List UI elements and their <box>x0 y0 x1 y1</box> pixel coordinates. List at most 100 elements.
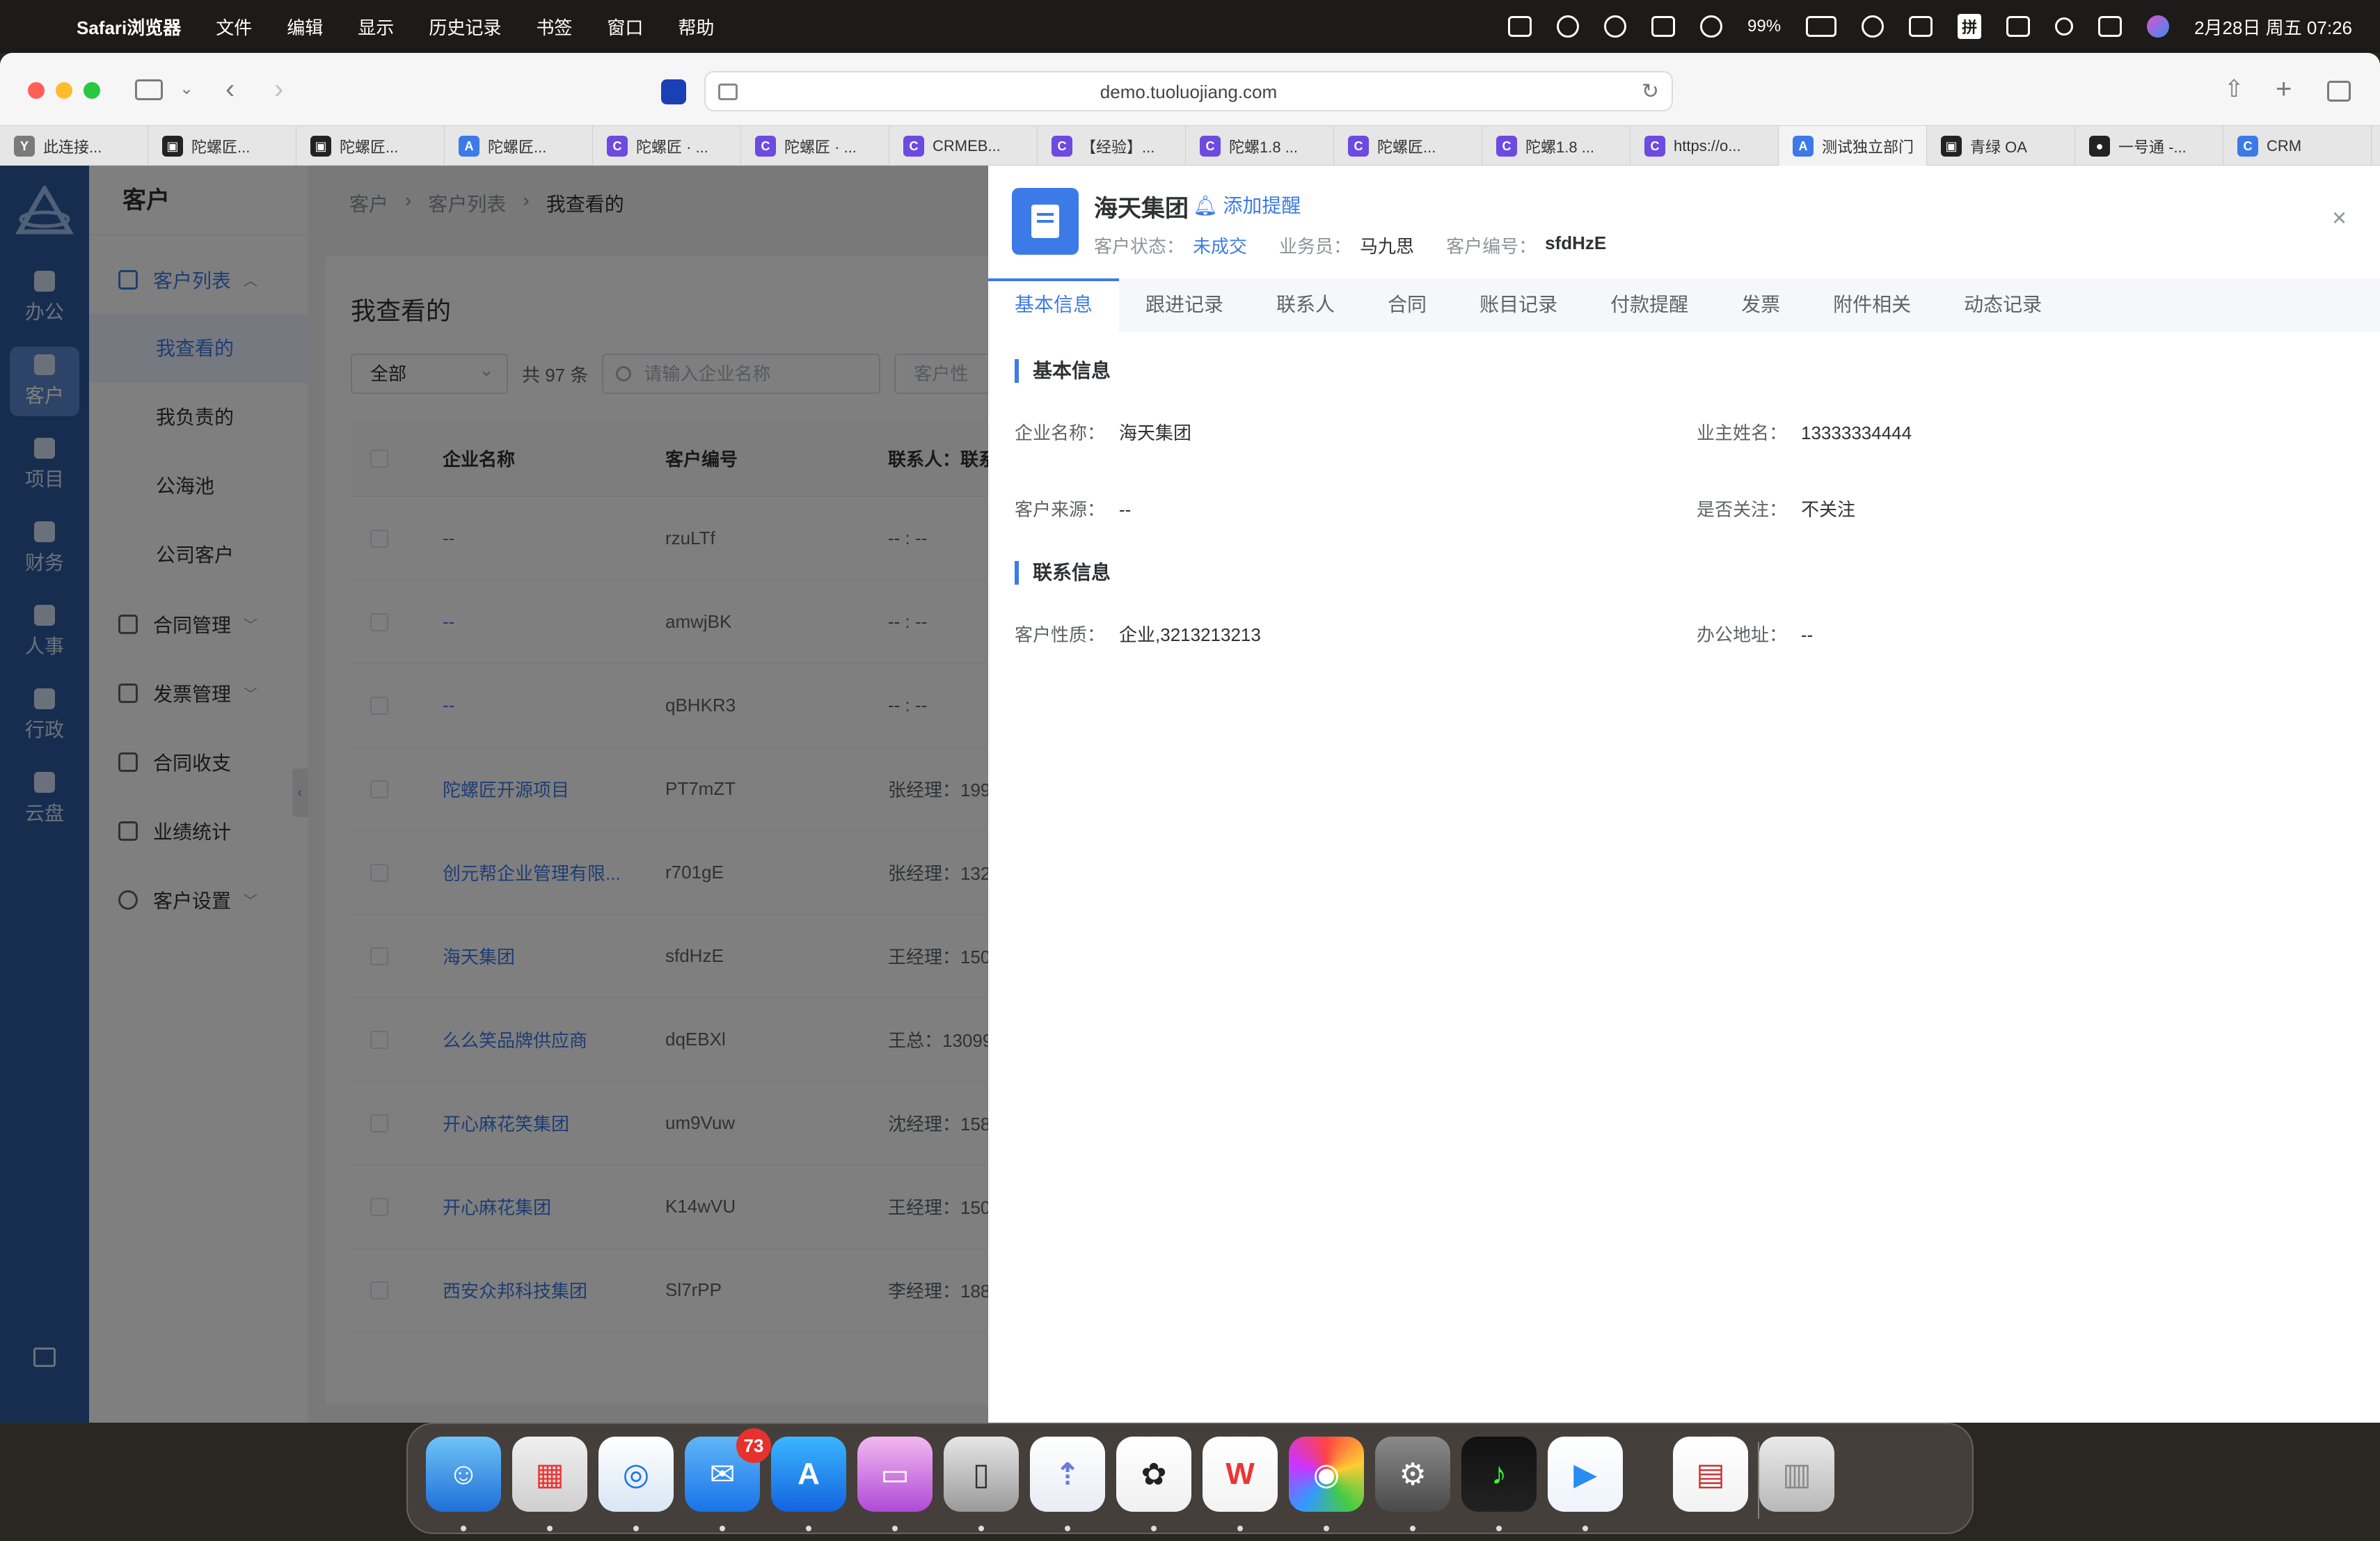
drawer-tab[interactable]: 发票 <box>1715 278 1807 331</box>
wps-status-icon[interactable] <box>1508 16 1532 37</box>
tab-overview-icon[interactable] <box>2327 81 2351 102</box>
running-indicator <box>1237 1526 1243 1531</box>
menu-file[interactable]: 文件 <box>216 14 252 40</box>
drawer-title: 海天集团 <box>1094 196 1189 222</box>
running-indicator <box>892 1526 898 1531</box>
drawer-tab[interactable]: 动态记录 <box>1937 278 2068 331</box>
control-center-icon[interactable] <box>2098 16 2123 37</box>
menu-bookmarks[interactable]: 书签 <box>536 14 572 40</box>
browser-tab[interactable]: C CRMEB... <box>889 126 1038 166</box>
menu-history[interactable]: 历史记录 <box>429 14 501 40</box>
browser-tab[interactable]: ● 一号通 -... <box>2075 126 2223 166</box>
menu-view[interactable]: 显示 <box>358 14 394 40</box>
system-settings-icon[interactable]: ⚙ <box>1375 1437 1450 1512</box>
safari-window: ⌄ ‹ › demo.tuoluojiang.com ↻ ⇧ + Y 此连接...… <box>0 53 2380 1423</box>
menu-clock[interactable]: 2月28日 周五 07:26 <box>2194 14 2352 40</box>
site-favicon-icon[interactable] <box>661 79 686 104</box>
trash-icon[interactable]: ▥ <box>1759 1437 1834 1512</box>
menu-app-name[interactable]: Safari浏览器 <box>77 14 181 40</box>
zoom-window-button[interactable] <box>84 82 100 99</box>
close-window-button[interactable] <box>28 82 45 99</box>
rocket-icon[interactable]: ⇡ <box>1030 1437 1105 1512</box>
user-status-icon[interactable] <box>1862 15 1885 38</box>
battery-percent: 99% <box>1747 17 1782 35</box>
share-icon[interactable]: ⇧ <box>2224 71 2244 107</box>
reload-icon[interactable]: ↻ <box>1642 79 1659 104</box>
browser-tab[interactable]: A 陀螺匠... <box>445 126 593 166</box>
customer-doc-icon <box>1012 188 1079 255</box>
launchpad-icon[interactable]: ▦ <box>512 1437 587 1512</box>
link-status-icon[interactable] <box>1909 16 1933 37</box>
new-tab-button[interactable]: + <box>2276 71 2292 107</box>
browser-toolbar: ⌄ ‹ › demo.tuoluojiang.com ↻ ⇧ + <box>0 53 2380 125</box>
drawer-tab[interactable]: 付款提醒 <box>1584 278 1715 331</box>
drawer-tab[interactable]: 基本信息 <box>988 278 1120 331</box>
screen-studio-icon[interactable]: ▭ <box>857 1437 933 1512</box>
modal-overlay[interactable] <box>0 166 988 1423</box>
dock: ☺ ▦ ◎ ✉ 73 A ▭ ▯ ⇡ ✿ W ◉ ⚙ ♪ ▶ ▤ ▥ <box>406 1423 1974 1534</box>
sidebar-toggle-icon[interactable] <box>135 79 163 100</box>
running-indicator <box>1582 1526 1588 1531</box>
customer-detail-drawer: 海天集团 🔔︎ 添加提醒 客户状态： 未成交 业务员： 马九思 客户编号： sfdHz… <box>988 166 2380 1423</box>
menu-edit[interactable]: 编辑 <box>287 14 323 40</box>
iphone-mirroring-icon[interactable]: ▯ <box>944 1437 1019 1512</box>
customer-status: 未成交 <box>1193 236 1248 257</box>
browser-tab[interactable]: Chttps://o... <box>1631 126 1779 166</box>
memory-status-icon[interactable] <box>1651 16 1676 37</box>
drawer-tab[interactable]: 联系人 <box>1250 278 1361 331</box>
wps-icon[interactable]: W <box>1203 1437 1278 1512</box>
browser-tab[interactable]: Y 此连接... <box>0 126 148 166</box>
battery-icon[interactable] <box>1806 16 1837 37</box>
siri-icon[interactable] <box>2147 15 2170 38</box>
browser-icon[interactable]: ◉ <box>1289 1437 1364 1512</box>
play-status-icon[interactable] <box>1700 15 1723 38</box>
browser-tab[interactable]: C 【经验】... <box>1038 126 1186 166</box>
menu-help[interactable]: 帮助 <box>678 14 714 40</box>
browser-tab[interactable]: C 陀螺匠 · ... <box>593 126 741 166</box>
screen-mirroring-icon[interactable] <box>2006 16 2031 37</box>
browser-tab[interactable]: C 陀螺匠... <box>1334 126 1482 166</box>
preview-doc-icon[interactable]: ▤ <box>1673 1437 1748 1512</box>
close-drawer-button[interactable]: × <box>2332 203 2347 232</box>
field-office-address: 办公地址： -- <box>1697 624 1814 645</box>
url-text[interactable]: demo.tuoluojiang.com <box>706 72 1672 111</box>
spotlight-search-icon[interactable] <box>2055 17 2074 35</box>
video-app-icon[interactable]: ▶ <box>1548 1437 1623 1512</box>
browser-tab[interactable]: C CRM <box>2223 126 2372 166</box>
minimize-window-button[interactable] <box>56 82 72 99</box>
finder-icon[interactable]: ☺ <box>426 1437 501 1512</box>
browser-tab[interactable]: C 陀螺匠 · ... <box>741 126 889 166</box>
drawer-header: 海天集团 🔔︎ 添加提醒 客户状态： 未成交 业务员： 马九思 客户编号： sfdHz… <box>988 166 2380 278</box>
menu-window[interactable]: 窗口 <box>607 14 643 40</box>
color-status-icon[interactable] <box>1557 15 1580 38</box>
browser-tab[interactable]: C 陀螺1.8 ... <box>1482 126 1631 166</box>
tab-group-chevron-icon[interactable]: ⌄ <box>180 71 193 107</box>
tab-favicon-icon: C <box>1200 136 1221 157</box>
tab-favicon-icon: ▣ <box>1941 136 1962 157</box>
running-indicator <box>806 1526 811 1531</box>
input-method-icon[interactable]: 拼 <box>1958 14 1982 39</box>
chatgpt-status-icon[interactable] <box>1604 15 1627 38</box>
browser-tab[interactable]: ▣ 陀螺匠... <box>296 126 445 166</box>
forward-button[interactable]: › <box>274 71 283 107</box>
address-bar[interactable]: demo.tuoluojiang.com ↻ <box>704 71 1673 111</box>
drawer-tab[interactable]: 合同 <box>1361 278 1453 331</box>
music-app-icon[interactable]: ♪ <box>1461 1437 1537 1512</box>
chatgpt-icon[interactable]: ✿ <box>1116 1437 1191 1512</box>
app-store-icon[interactable]: A <box>771 1437 846 1512</box>
back-button[interactable]: ‹ <box>225 71 235 107</box>
drawer-tab[interactable]: 跟进记录 <box>1119 278 1250 331</box>
tab-favicon-icon: ▣ <box>162 136 183 157</box>
tab-favicon-icon: C <box>1644 136 1665 157</box>
tab-favicon-icon: C <box>903 136 924 157</box>
browser-tab[interactable]: ▣ 青绿 OA <box>1927 126 2075 166</box>
browser-tab[interactable]: ▣ 陀螺匠... <box>148 126 296 166</box>
drawer-tab[interactable]: 附件相关 <box>1807 278 1937 331</box>
browser-tab[interactable]: A 测试独立部门 <box>1779 126 1927 166</box>
safari-icon[interactable]: ◎ <box>598 1437 674 1512</box>
tab-favicon-icon: Y <box>14 136 35 157</box>
add-reminder-button[interactable]: 🔔︎ 添加提醒 <box>1193 191 1301 219</box>
drawer-tab[interactable]: 账目记录 <box>1453 278 1584 331</box>
drawer-tabs: 基本信息 跟进记录 联系人 合同 账目记录 付款提醒 发票 附件相关 动态记录 <box>988 278 2380 331</box>
browser-tab[interactable]: C 陀螺1.8 ... <box>1186 126 1334 166</box>
